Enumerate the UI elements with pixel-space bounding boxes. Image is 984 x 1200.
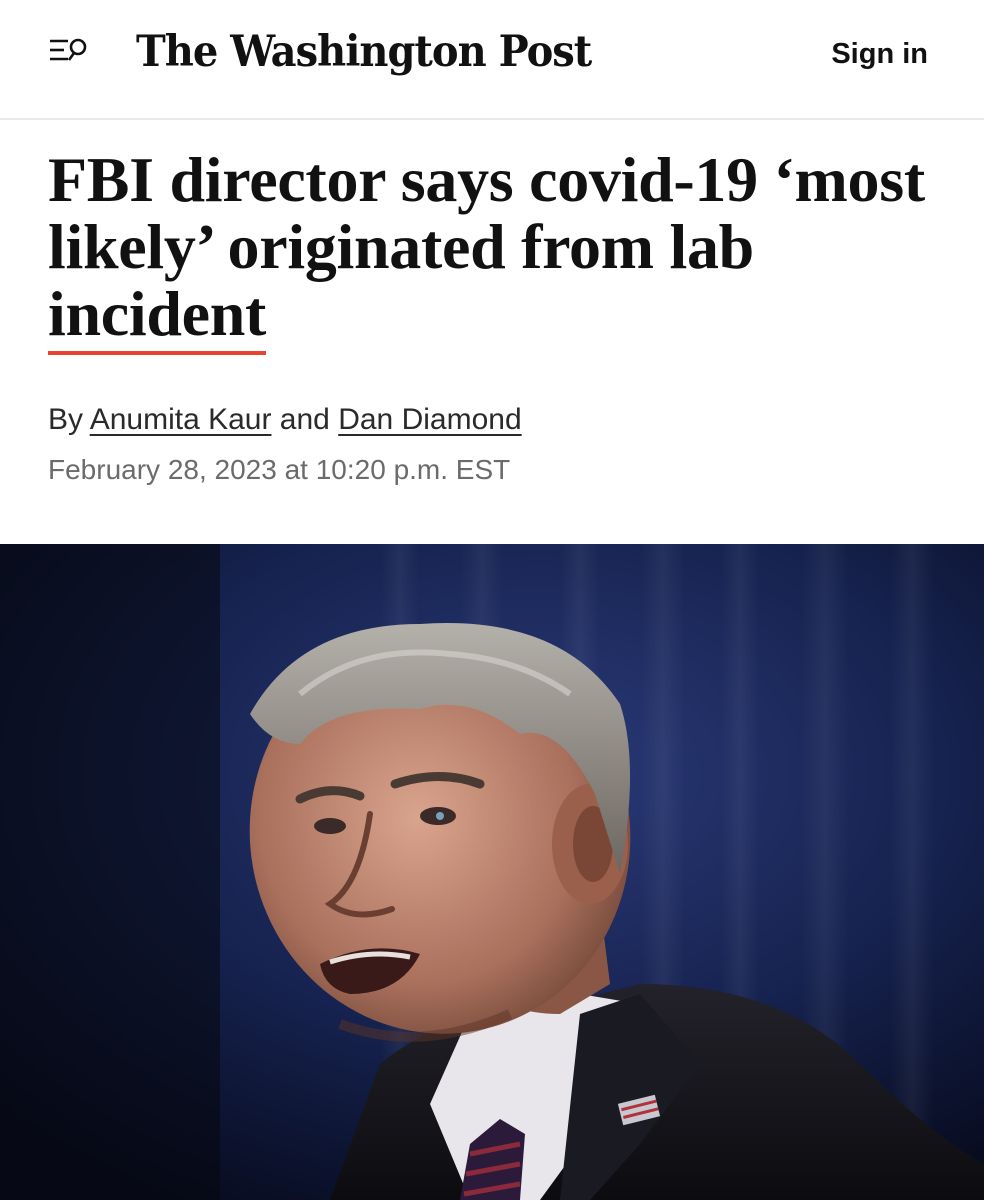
speaker-photo-illustration: [0, 544, 984, 1200]
headline-underlined-word: incident: [48, 278, 266, 355]
author-link-dan-diamond[interactable]: Dan Diamond: [338, 403, 521, 436]
sign-in-button[interactable]: Sign in: [831, 34, 928, 74]
byline-joiner: and: [271, 403, 339, 436]
lead-photo: [0, 544, 984, 1200]
article-page: The Washington Post Sign in FBI director…: [0, 0, 984, 1200]
top-bar: The Washington Post Sign in: [0, 0, 984, 120]
byline-prefix: By: [48, 403, 90, 436]
byline: By Anumita Kaur and Dan Diamond: [48, 398, 522, 442]
author-link-anumita-kaur[interactable]: Anumita Kaur: [90, 403, 272, 436]
publish-timestamp: February 28, 2023 at 10:20 p.m. EST: [48, 454, 511, 485]
article-headline: FBI director says covid-19 ‘most likely’…: [48, 144, 948, 355]
headline-text: FBI director says covid-19 ‘most likely’…: [48, 144, 925, 282]
masthead-logo[interactable]: The Washington Post: [136, 20, 592, 85]
menu-search-icon[interactable]: [48, 36, 90, 68]
